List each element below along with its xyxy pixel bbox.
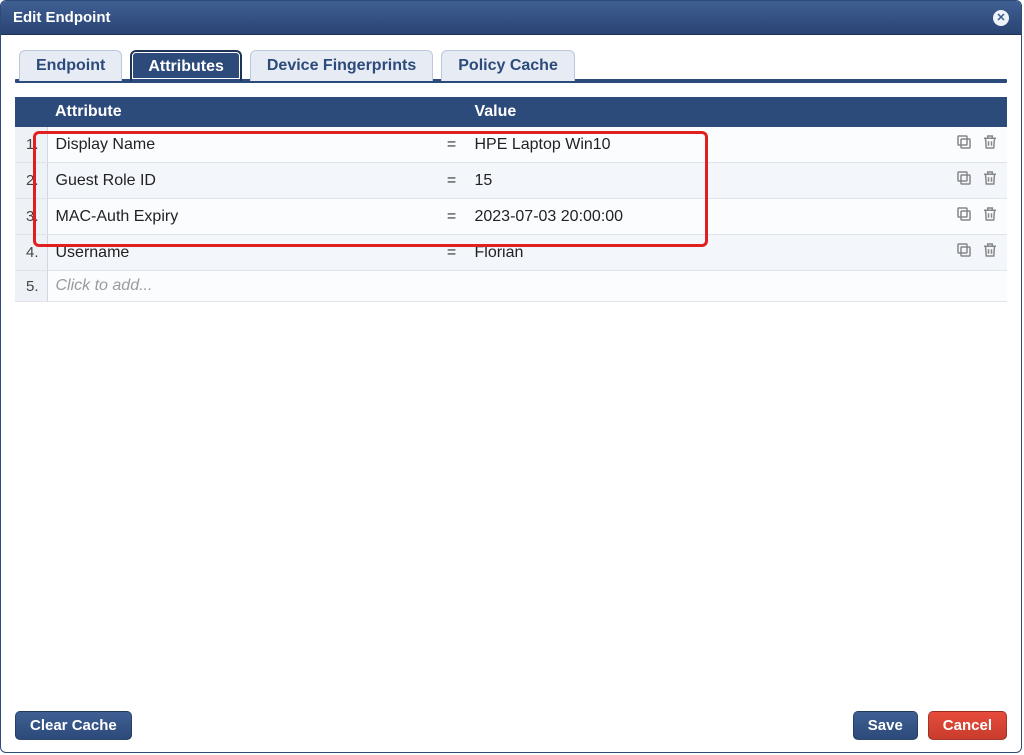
row-index: 1. bbox=[15, 127, 47, 163]
row-actions bbox=[927, 199, 1007, 235]
add-row-placeholder[interactable]: Click to add... bbox=[47, 271, 1007, 302]
row-attribute[interactable]: MAC-Auth Expiry bbox=[47, 199, 436, 235]
row-value[interactable]: 2023-07-03 20:00:00 bbox=[466, 199, 927, 235]
table-row[interactable]: 2.Guest Role ID=15 bbox=[15, 163, 1007, 199]
tab-device-fingerprints[interactable]: Device Fingerprints bbox=[250, 50, 433, 81]
footer-right: Save Cancel bbox=[853, 711, 1007, 740]
table-row[interactable]: 3.MAC-Auth Expiry=2023-07-03 20:00:00 bbox=[15, 199, 1007, 235]
col-header-value: Value bbox=[466, 97, 927, 127]
col-header-eq bbox=[436, 97, 466, 127]
row-attribute[interactable]: Username bbox=[47, 235, 436, 271]
dialog-titlebar: Edit Endpoint ✕ bbox=[1, 1, 1021, 35]
row-index: 3. bbox=[15, 199, 47, 235]
tabs-wrap: Endpoint Attributes Device Fingerprints … bbox=[15, 49, 1007, 83]
copy-icon[interactable] bbox=[955, 133, 973, 151]
save-button[interactable]: Save bbox=[853, 711, 918, 740]
cancel-button[interactable]: Cancel bbox=[928, 711, 1007, 740]
row-attribute[interactable]: Guest Role ID bbox=[47, 163, 436, 199]
clear-cache-button[interactable]: Clear Cache bbox=[15, 711, 132, 740]
row-value[interactable]: HPE Laptop Win10 bbox=[466, 127, 927, 163]
tab-policy-cache[interactable]: Policy Cache bbox=[441, 50, 575, 81]
add-row[interactable]: 5.Click to add... bbox=[15, 271, 1007, 302]
tab-content: Attribute Value 1.Display Name=HPE Lapto… bbox=[15, 83, 1007, 701]
row-equals: = bbox=[436, 163, 466, 199]
dialog-footer: Clear Cache Save Cancel bbox=[1, 701, 1021, 752]
trash-icon[interactable] bbox=[981, 133, 999, 151]
row-equals: = bbox=[436, 199, 466, 235]
row-index: 4. bbox=[15, 235, 47, 271]
col-header-index bbox=[15, 97, 47, 127]
row-actions bbox=[927, 163, 1007, 199]
trash-icon[interactable] bbox=[981, 169, 999, 187]
table-row[interactable]: 1.Display Name=HPE Laptop Win10 bbox=[15, 127, 1007, 163]
copy-icon[interactable] bbox=[955, 169, 973, 187]
copy-icon[interactable] bbox=[955, 205, 973, 223]
row-equals: = bbox=[436, 127, 466, 163]
dialog-body: Endpoint Attributes Device Fingerprints … bbox=[1, 35, 1021, 701]
row-equals: = bbox=[436, 235, 466, 271]
dialog-title: Edit Endpoint bbox=[13, 9, 110, 26]
row-attribute[interactable]: Display Name bbox=[47, 127, 436, 163]
row-actions bbox=[927, 127, 1007, 163]
table-row[interactable]: 4.Username=Florian bbox=[15, 235, 1007, 271]
row-value[interactable]: 15 bbox=[466, 163, 927, 199]
content-wrap: Attribute Value 1.Display Name=HPE Lapto… bbox=[15, 97, 1007, 302]
edit-endpoint-dialog: Edit Endpoint ✕ Endpoint Attributes Devi… bbox=[0, 0, 1022, 753]
tab-endpoint[interactable]: Endpoint bbox=[19, 50, 122, 81]
trash-icon[interactable] bbox=[981, 205, 999, 223]
row-index: 5. bbox=[15, 271, 47, 302]
row-value[interactable]: Florian bbox=[466, 235, 927, 271]
col-header-attribute: Attribute bbox=[47, 97, 436, 127]
tab-attributes[interactable]: Attributes bbox=[130, 50, 242, 81]
attribute-table: Attribute Value 1.Display Name=HPE Lapto… bbox=[15, 97, 1007, 302]
trash-icon[interactable] bbox=[981, 241, 999, 259]
row-actions bbox=[927, 235, 1007, 271]
col-header-actions bbox=[927, 97, 1007, 127]
dialog-close-button[interactable]: ✕ bbox=[993, 10, 1009, 26]
tabs: Endpoint Attributes Device Fingerprints … bbox=[15, 49, 1007, 80]
copy-icon[interactable] bbox=[955, 241, 973, 259]
row-index: 2. bbox=[15, 163, 47, 199]
